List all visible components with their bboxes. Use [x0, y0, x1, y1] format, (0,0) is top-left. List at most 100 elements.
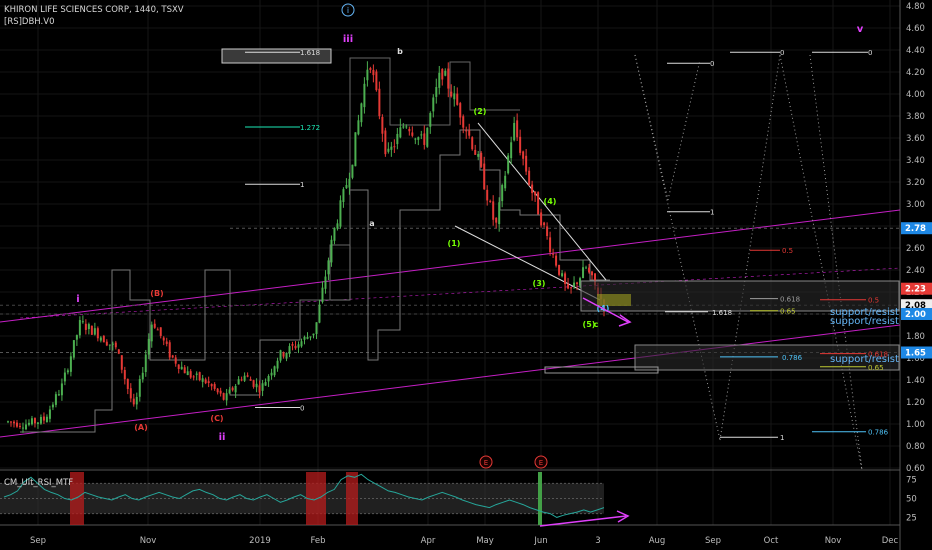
candle-body: [357, 120, 360, 135]
candle-body: [246, 375, 249, 377]
candle-body: [270, 372, 273, 376]
candle-body: [300, 341, 303, 347]
rsi-oversold-highlight: [538, 472, 542, 525]
y-tick-label: 1.80: [906, 332, 925, 342]
candle-body: [393, 146, 396, 148]
candle-body: [414, 138, 417, 140]
candle-body: [570, 287, 573, 289]
candle-body: [363, 83, 366, 108]
candle-body: [309, 336, 312, 338]
candle-body: [111, 343, 114, 345]
candle-body: [342, 189, 345, 203]
candle-body: [195, 373, 198, 375]
fib-level-label: 0.5: [868, 297, 879, 305]
candle-body: [228, 389, 231, 394]
candle-body: [327, 260, 330, 275]
x-tick-label: Sep: [30, 536, 46, 546]
candle-body: [435, 87, 438, 97]
candle-body: [549, 237, 552, 253]
candle-body: [84, 323, 87, 330]
fib-level-label: 0: [300, 405, 304, 413]
candle-body: [453, 93, 456, 100]
fib-level-label: 0: [868, 49, 872, 57]
candle-body: [483, 163, 486, 190]
wave-label: ii: [219, 432, 226, 443]
candle-body: [156, 329, 159, 331]
candle-body: [441, 69, 444, 80]
candle-body: [387, 148, 390, 152]
candle-body: [192, 376, 195, 378]
candle-body: [405, 126, 408, 128]
y-tick-label: 2.40: [906, 266, 925, 276]
symbol-title: KHIRON LIFE SCIENCES CORP, 1440, TSXV: [4, 5, 184, 15]
y-tick-label: 0.80: [906, 442, 925, 452]
candle-body: [90, 325, 93, 335]
candle-body: [222, 393, 225, 400]
candle-body: [558, 264, 561, 275]
candle-body: [63, 372, 66, 382]
candle-body: [423, 133, 426, 145]
candle-body: [9, 421, 12, 423]
price-chart[interactable]: Sep Nov 2019 Feb Apr May Jun 3 Aug Sep Oct Nov Dec 4.…: [0, 0, 932, 550]
wave-label: i: [76, 294, 79, 305]
candle-body: [420, 134, 423, 136]
candle-body: [240, 379, 243, 381]
candle-body: [114, 342, 117, 348]
fib-level-label: 1.618: [712, 309, 732, 317]
candle-body: [390, 146, 393, 150]
price-tag-label: 2.00: [905, 310, 926, 320]
y-tick-label: 3.20: [906, 178, 925, 188]
candle-body: [318, 304, 321, 323]
rsi-tick-label: 50: [906, 495, 917, 505]
candle-body: [297, 344, 300, 348]
candle-body: [138, 379, 141, 397]
candle-body: [351, 164, 354, 178]
candle-body: [411, 132, 414, 136]
candle-body: [177, 364, 180, 369]
candle-body: [48, 409, 51, 419]
candle-body: [438, 72, 441, 88]
candle-body: [489, 200, 492, 202]
candle-body: [510, 142, 513, 159]
x-tick-label: May: [476, 536, 494, 546]
candle-body: [450, 91, 453, 97]
candle-body: [372, 69, 375, 76]
candle-body: [108, 344, 111, 346]
candle-body: [366, 69, 369, 81]
fib-level-label: 1: [710, 209, 714, 217]
candle-body: [315, 322, 318, 334]
candle-body: [459, 103, 462, 118]
candle-body: [465, 130, 468, 132]
candle-body: [492, 201, 495, 220]
x-tick-label: 3: [595, 536, 600, 546]
y-tick-label: 4.80: [906, 2, 925, 12]
candle-body: [534, 191, 537, 196]
rsi-tick-label: 25: [906, 513, 917, 523]
candle-body: [243, 375, 246, 381]
fib-level-label: 0: [710, 60, 714, 68]
candle-body: [231, 387, 234, 391]
candle-body: [210, 384, 213, 387]
candle-body: [474, 149, 477, 155]
candle-body: [525, 155, 528, 172]
candle-body: [417, 137, 420, 140]
candle-body: [87, 324, 90, 330]
candle-body: [264, 382, 267, 386]
fib-level-label: 0.65: [780, 308, 796, 316]
candle-body: [162, 337, 165, 341]
candle-body: [174, 357, 177, 364]
candle-body: [135, 396, 138, 405]
candle-body: [504, 175, 507, 189]
y-tick-label: 1.00: [906, 420, 925, 430]
candle-body: [531, 184, 534, 194]
candle-body: [93, 328, 96, 335]
candle-body: [339, 200, 342, 227]
candle-body: [267, 375, 270, 382]
candle-body: [528, 170, 531, 185]
candle-body: [126, 379, 129, 389]
candle-body: [216, 388, 219, 393]
candle-body: [585, 267, 588, 269]
x-tick-label: Feb: [310, 536, 325, 546]
candle-body: [561, 273, 564, 277]
event-marker-label: E: [484, 459, 488, 467]
